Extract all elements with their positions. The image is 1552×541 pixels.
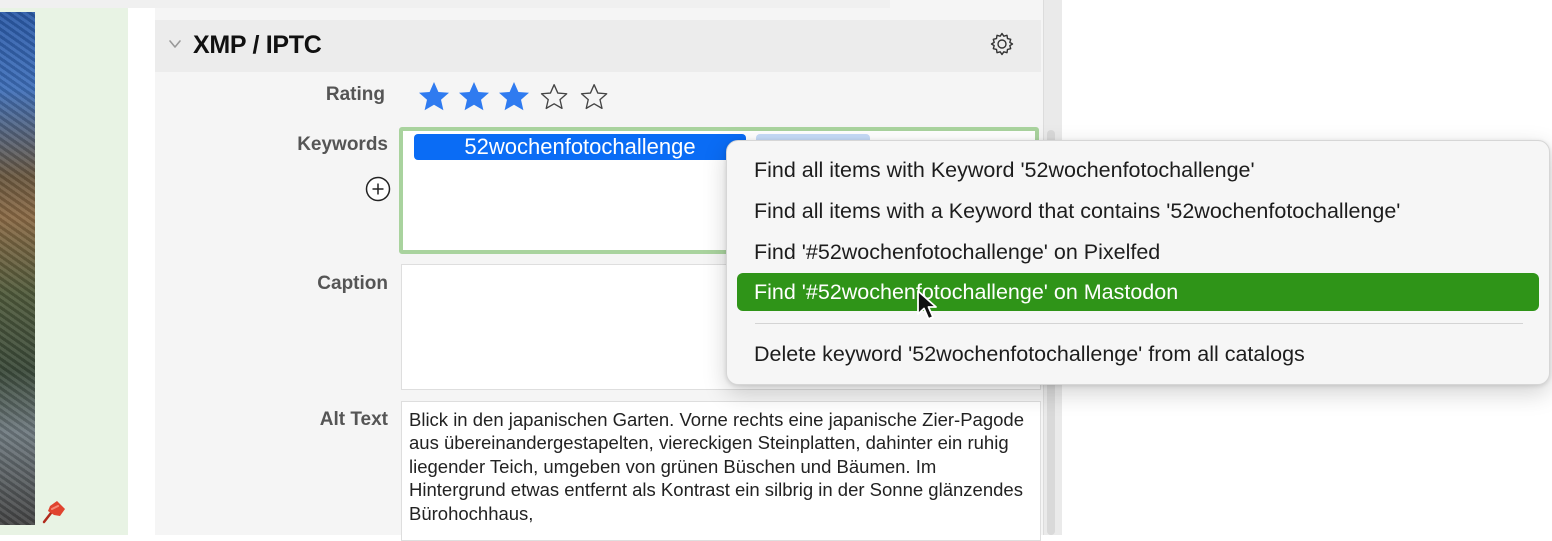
menu-item-label: Find '#52wochenfotochallenge' on Pixelfe…	[754, 240, 1161, 264]
star-empty-icon[interactable]	[536, 80, 572, 112]
menu-item-label: Find all items with a Keyword that conta…	[754, 199, 1401, 223]
chevron-down-icon[interactable]	[167, 36, 183, 52]
menu-item-label: Delete keyword '52wochenfotochallenge' f…	[754, 342, 1305, 366]
context-menu: Find all items with Keyword '52wochenfot…	[726, 140, 1550, 385]
star-filled-icon[interactable]	[496, 80, 532, 112]
keyword-token[interactable]: 52wochenfotochallenge	[414, 134, 746, 160]
keywords-label: Keywords	[297, 134, 388, 155]
caption-label: Caption	[317, 273, 388, 294]
menu-item-find-keyword[interactable]: Find all items with Keyword '52wochenfot…	[737, 151, 1539, 189]
rating-label: Rating	[325, 84, 385, 105]
alt-text-label: Alt Text	[319, 409, 388, 430]
pushpin-icon	[42, 501, 65, 524]
menu-item-label: Find all items with Keyword '52wochenfot…	[754, 158, 1255, 182]
panel-top-edge	[0, 0, 890, 8]
menu-item-find-contains[interactable]: Find all items with a Keyword that conta…	[737, 192, 1539, 230]
mouse-pointer-icon	[917, 290, 937, 320]
menu-separator	[755, 323, 1523, 324]
panel-separator	[128, 0, 155, 535]
alt-text-value: Blick in den japanischen Garten. Vorne r…	[409, 409, 1024, 524]
gear-icon[interactable]	[989, 31, 1015, 57]
star-empty-icon[interactable]	[576, 80, 612, 112]
rating-stars[interactable]	[416, 80, 612, 112]
photo-thumbnail[interactable]	[0, 12, 35, 525]
star-filled-icon[interactable]	[456, 80, 492, 112]
section-title: XMP / IPTC	[193, 31, 322, 59]
menu-item-find-pixelfed[interactable]: Find '#52wochenfotochallenge' on Pixelfe…	[737, 233, 1539, 271]
plus-circle-icon[interactable]	[364, 175, 392, 203]
star-filled-icon[interactable]	[416, 80, 452, 112]
menu-item-label: Find '#52wochenfotochallenge' on Mastodo…	[754, 280, 1179, 304]
menu-item-delete-keyword[interactable]: Delete keyword '52wochenfotochallenge' f…	[737, 335, 1539, 373]
menu-item-find-mastodon[interactable]: Find '#52wochenfotochallenge' on Mastodo…	[737, 273, 1539, 311]
